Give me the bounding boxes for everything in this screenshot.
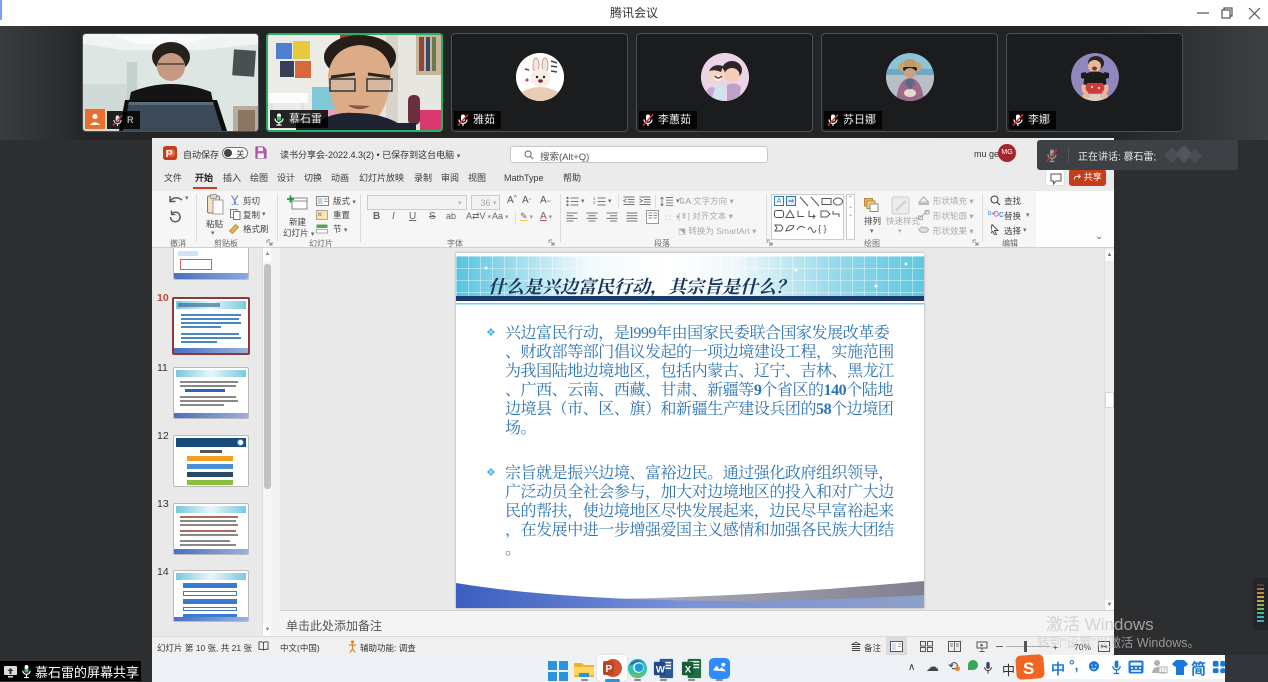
svg-text:X: X: [685, 664, 692, 675]
svg-text:12: 12: [1160, 669, 1166, 675]
svg-text:P: P: [606, 664, 613, 675]
svg-text:2: 2: [593, 200, 596, 205]
svg-text:{ }: { }: [818, 224, 827, 234]
svg-text:W: W: [656, 664, 666, 675]
svg-text:S: S: [1023, 659, 1034, 678]
svg-text:P: P: [166, 148, 173, 160]
